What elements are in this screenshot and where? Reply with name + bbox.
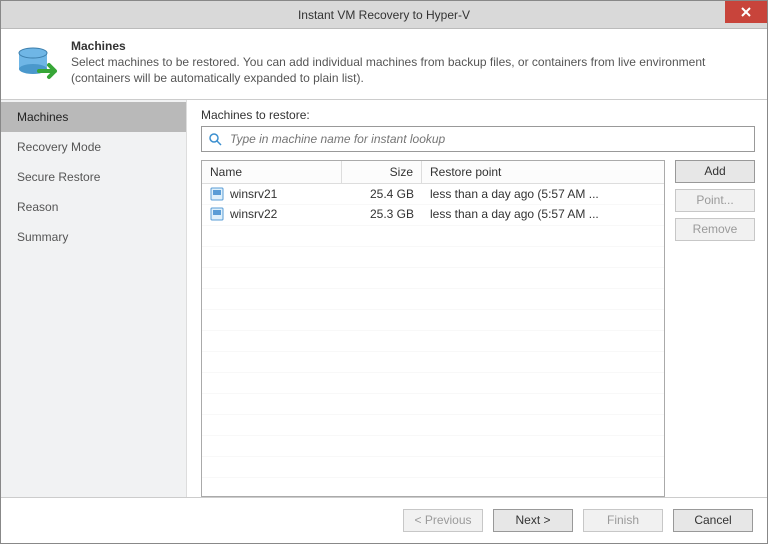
title-bar: Instant VM Recovery to Hyper-V (1, 1, 767, 29)
wizard-window: Instant VM Recovery to Hyper-V Machines … (0, 0, 768, 544)
header-title: Machines (71, 39, 755, 53)
point-button: Point... (675, 189, 755, 212)
window-title: Instant VM Recovery to Hyper-V (298, 8, 470, 22)
cell-name: winsrv22 (230, 207, 277, 221)
cell-size: 25.3 GB (342, 207, 422, 221)
sidebar-item-machines[interactable]: Machines (1, 102, 186, 132)
close-button[interactable] (725, 1, 767, 23)
table-header: Name Size Restore point (202, 161, 664, 184)
header-description: Select machines to be restored. You can … (71, 55, 755, 86)
cell-restore-point: less than a day ago (5:57 AM ... (422, 187, 664, 201)
machines-to-restore-label: Machines to restore: (201, 108, 755, 122)
machines-icon (13, 39, 63, 87)
header: Machines Select machines to be restored.… (1, 29, 767, 100)
table-body: winsrv21 25.4 GB less than a day ago (5:… (202, 184, 664, 496)
sidebar-item-summary[interactable]: Summary (1, 222, 186, 252)
next-button[interactable]: Next > (493, 509, 573, 532)
sidebar-item-secure-restore[interactable]: Secure Restore (1, 162, 186, 192)
wizard-sidebar: Machines Recovery Mode Secure Restore Re… (1, 100, 187, 497)
search-box[interactable] (201, 126, 755, 152)
machines-table: Name Size Restore point winsrv21 25.4 GB… (201, 160, 665, 497)
cancel-button[interactable]: Cancel (673, 509, 753, 532)
cell-size: 25.4 GB (342, 187, 422, 201)
vm-icon (210, 207, 224, 221)
action-buttons: Add Point... Remove (675, 160, 755, 497)
body: Machines Recovery Mode Secure Restore Re… (1, 100, 767, 497)
previous-button: < Previous (403, 509, 483, 532)
close-icon (741, 7, 751, 17)
table-row[interactable]: winsrv21 25.4 GB less than a day ago (5:… (202, 184, 664, 204)
cell-name: winsrv21 (230, 187, 277, 201)
add-button[interactable]: Add (675, 160, 755, 183)
table-row[interactable]: winsrv22 25.3 GB less than a day ago (5:… (202, 204, 664, 224)
column-header-name[interactable]: Name (202, 161, 342, 183)
search-icon (208, 132, 222, 146)
vm-icon (210, 187, 224, 201)
main-panel: Machines to restore: Name Size Restore p… (187, 100, 767, 497)
sidebar-item-recovery-mode[interactable]: Recovery Mode (1, 132, 186, 162)
search-input[interactable] (228, 131, 748, 147)
remove-button: Remove (675, 218, 755, 241)
column-header-restore-point[interactable]: Restore point (422, 161, 664, 183)
finish-button: Finish (583, 509, 663, 532)
cell-restore-point: less than a day ago (5:57 AM ... (422, 207, 664, 221)
sidebar-item-reason[interactable]: Reason (1, 192, 186, 222)
column-header-size[interactable]: Size (342, 161, 422, 183)
wizard-footer: < Previous Next > Finish Cancel (1, 497, 767, 543)
